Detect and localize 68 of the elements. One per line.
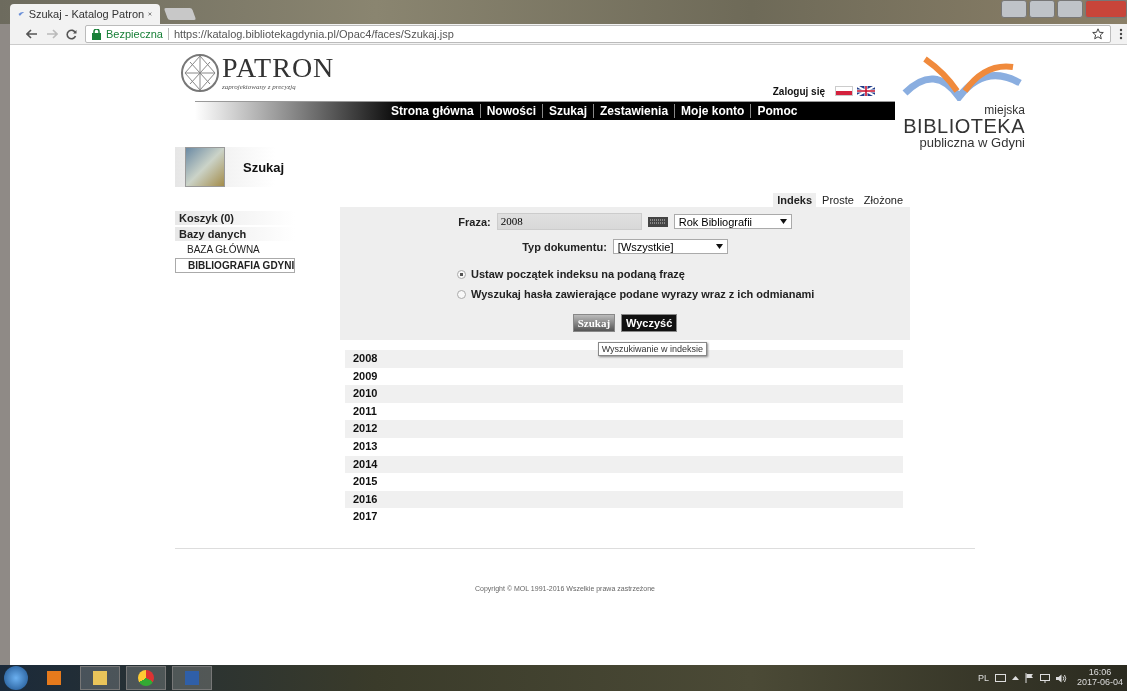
- start-button[interactable]: [4, 666, 28, 690]
- document-type-dropdown[interactable]: [Wszystkie]: [612, 239, 728, 254]
- result-row[interactable]: 2016: [345, 490, 903, 509]
- result-row[interactable]: 2015: [345, 473, 903, 491]
- search-tab[interactable]: Złożone: [859, 193, 907, 207]
- address-field[interactable]: Bezpieczna https://katalog.bibliotekagdynia.pl/Opac4/faces/Szukaj.jsp: [85, 25, 1111, 43]
- keyboard-icon[interactable]: [994, 674, 1006, 682]
- url-text: https://katalog.bibliotekagdynia.pl/Opac4/faces/Szukaj.jsp: [173, 28, 455, 40]
- bookmark-star-icon[interactable]: [1092, 28, 1104, 40]
- index-dropdown[interactable]: Rok Bibliografii: [673, 214, 792, 229]
- login-link[interactable]: Zaloguj się: [772, 85, 825, 97]
- lock-icon: [92, 28, 101, 40]
- british-flag-icon[interactable]: [857, 86, 875, 96]
- nav-link[interactable]: Strona główna: [385, 104, 480, 118]
- sidebar-item[interactable]: BIBLIOGRAFIA GDYNI: [175, 258, 295, 273]
- minimize-button[interactable]: [1029, 0, 1055, 18]
- browser-tab[interactable]: Szukaj - Katalog Patron: [10, 4, 160, 24]
- result-row[interactable]: 2011: [345, 402, 903, 421]
- keyboard-icon[interactable]: [647, 216, 668, 227]
- maximize-button[interactable]: [1057, 0, 1083, 18]
- close-icon[interactable]: [148, 10, 152, 18]
- field-label: Typ dokumentu:: [522, 240, 607, 253]
- flag-icon[interactable]: [1024, 673, 1034, 683]
- browser-icon[interactable]: [126, 666, 166, 690]
- clock-time: 16:06: [1088, 668, 1112, 678]
- radio-label: Wyszukaj hasła zawierające podane wyrazy wraz z ich odmianami: [471, 288, 815, 300]
- clock-date: 2017-06-04: [1076, 678, 1123, 688]
- tray-arrow-icon[interactable]: [1011, 676, 1019, 680]
- result-row[interactable]: 2012: [345, 420, 903, 438]
- sidebar-item[interactable]: BAZA GŁÓWNA: [175, 243, 295, 256]
- diamond-logo-icon: [180, 53, 220, 93]
- clear-button[interactable]: Wyczyść: [621, 314, 678, 332]
- tooltip: Wyszukiwanie w indeksie: [597, 342, 708, 356]
- reload-icon[interactable]: [66, 28, 77, 40]
- radio-button[interactable]: [457, 269, 466, 279]
- result-row[interactable]: 2010: [345, 385, 903, 403]
- back-icon[interactable]: [26, 29, 38, 39]
- network-icon[interactable]: [1039, 673, 1050, 683]
- caret-icon: [779, 219, 787, 224]
- logo-title: PATRON: [222, 53, 335, 83]
- search-tab[interactable]: Proste: [818, 193, 858, 207]
- nav-link[interactable]: Szukaj: [543, 104, 594, 118]
- nav-link[interactable]: Moje konto: [675, 104, 751, 118]
- security-label: Bezpieczna: [106, 28, 163, 40]
- search-tab[interactable]: Indeks: [773, 193, 817, 207]
- new-tab-button[interactable]: [163, 8, 197, 20]
- nav-link[interactable]: Pomoc: [751, 104, 804, 118]
- radio-button[interactable]: [457, 289, 466, 299]
- result-row[interactable]: 2013: [345, 437, 903, 456]
- result-row[interactable]: 2009: [345, 367, 903, 386]
- result-row[interactable]: 2014: [345, 455, 903, 474]
- speaker-icon[interactable]: [1055, 673, 1067, 683]
- tab-title: Szukaj - Katalog Patron: [28, 8, 145, 20]
- radio-label: Ustaw początek indeksu na podaną frazę: [471, 268, 685, 280]
- language-indicator[interactable]: PL: [977, 673, 989, 683]
- library-logo-text: publiczna w Gdyni: [918, 136, 1025, 149]
- caret-icon: [715, 244, 723, 249]
- result-row[interactable]: 2017: [345, 508, 903, 526]
- field-label: Fraza:: [458, 215, 491, 228]
- search-button[interactable]: Szukaj: [572, 314, 616, 332]
- polish-flag-icon[interactable]: [835, 86, 853, 96]
- nav-link[interactable]: Zestawienia: [594, 104, 675, 118]
- library-logo-text: BIBLIOTEKA: [902, 116, 1025, 136]
- nav-link[interactable]: Nowości: [480, 104, 542, 118]
- page-title: Szukaj: [243, 159, 285, 175]
- library-logo-text: miejska: [983, 104, 1025, 116]
- phrase-input[interactable]: 2008: [496, 213, 642, 230]
- menu-icon[interactable]: [1119, 28, 1123, 40]
